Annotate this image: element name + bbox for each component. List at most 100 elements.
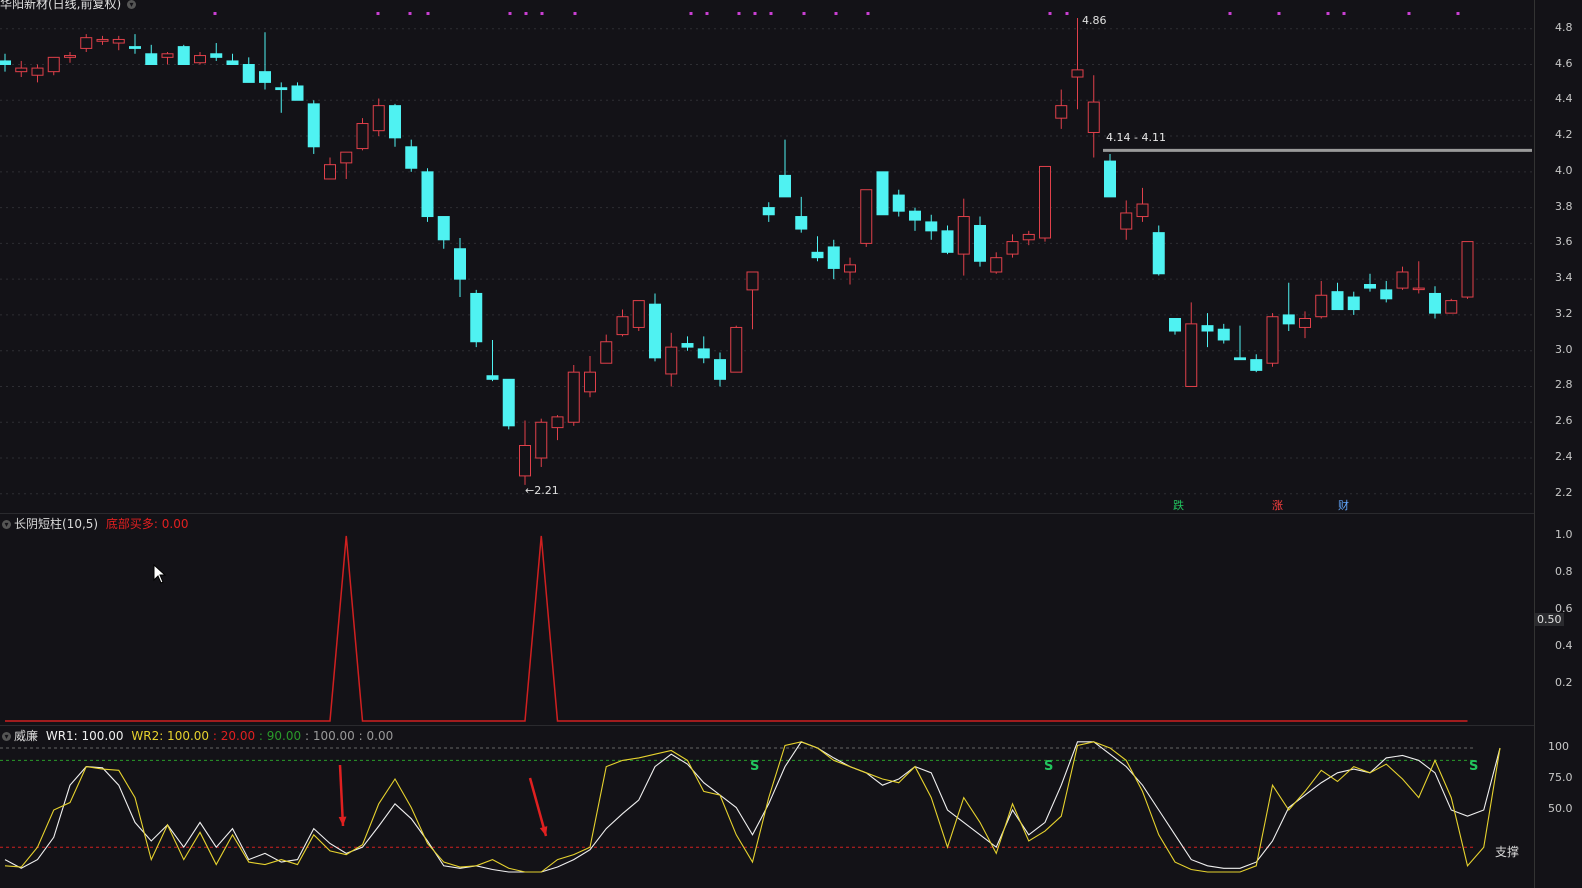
candle[interactable] <box>941 225 954 255</box>
candle[interactable] <box>567 365 580 426</box>
candle[interactable] <box>730 325 743 373</box>
candle[interactable] <box>681 336 694 351</box>
candle[interactable] <box>827 239 840 280</box>
candle[interactable] <box>1331 282 1344 311</box>
candle[interactable] <box>1039 165 1051 242</box>
candle[interactable] <box>811 236 824 262</box>
candle[interactable] <box>649 293 661 362</box>
s-signal: S <box>750 759 760 774</box>
candle[interactable] <box>1152 225 1165 276</box>
event-marker[interactable]: 财 <box>1338 497 1349 513</box>
candle[interactable] <box>405 139 418 172</box>
candle[interactable] <box>194 51 206 65</box>
candle[interactable] <box>502 378 515 430</box>
candle[interactable] <box>242 57 255 83</box>
candle[interactable] <box>0 53 11 72</box>
candle[interactable] <box>600 334 613 364</box>
candle[interactable] <box>1169 317 1181 335</box>
candle[interactable] <box>177 44 190 66</box>
event-marker[interactable]: 涨 <box>1272 497 1283 513</box>
candle[interactable] <box>454 238 466 298</box>
candle[interactable] <box>356 118 369 151</box>
candle[interactable] <box>762 202 775 222</box>
candle[interactable] <box>15 60 28 78</box>
candle[interactable] <box>1315 280 1328 319</box>
candle[interactable] <box>519 420 531 485</box>
candle[interactable] <box>909 207 921 231</box>
candle[interactable] <box>161 51 174 65</box>
toggle-icon[interactable]: ▾ <box>2 732 11 741</box>
candle[interactable] <box>226 53 239 66</box>
candle[interactable] <box>535 418 548 467</box>
candle[interactable] <box>259 32 271 90</box>
candle[interactable] <box>665 332 678 387</box>
candle[interactable] <box>31 64 44 83</box>
candle[interactable] <box>714 352 726 387</box>
candle[interactable] <box>1396 266 1409 290</box>
candle[interactable] <box>324 157 336 180</box>
candle[interactable] <box>1250 354 1263 373</box>
candle[interactable] <box>844 257 856 285</box>
event-marker[interactable]: 跌 <box>1173 497 1184 513</box>
candle[interactable] <box>1266 313 1279 367</box>
candle[interactable] <box>470 289 483 348</box>
candle[interactable] <box>632 300 645 332</box>
candle[interactable] <box>1120 200 1133 240</box>
candle[interactable] <box>1429 286 1441 319</box>
candle[interactable] <box>860 189 873 247</box>
candle[interactable] <box>80 34 93 52</box>
candle[interactable] <box>389 103 401 147</box>
candle[interactable] <box>291 82 304 101</box>
candle[interactable] <box>1104 153 1116 198</box>
candle[interactable] <box>551 415 564 441</box>
candle[interactable] <box>957 198 970 276</box>
candle[interactable] <box>421 168 434 222</box>
candle[interactable] <box>129 34 141 54</box>
candle[interactable] <box>746 271 759 330</box>
candle[interactable] <box>275 82 288 113</box>
level-b: : 90.00 <box>258 729 302 743</box>
candle[interactable] <box>697 336 710 364</box>
candle[interactable] <box>1380 280 1393 303</box>
candle[interactable] <box>1234 325 1246 361</box>
candle[interactable] <box>1006 234 1019 258</box>
candle[interactable] <box>96 35 109 45</box>
candle[interactable] <box>925 214 938 240</box>
candle[interactable] <box>112 35 125 51</box>
candle[interactable] <box>1201 313 1214 348</box>
candle[interactable] <box>340 151 353 179</box>
candle[interactable] <box>486 339 499 382</box>
candle[interactable] <box>974 216 986 267</box>
candle[interactable] <box>876 171 889 216</box>
candle[interactable] <box>1055 89 1068 129</box>
candle[interactable] <box>1461 241 1474 299</box>
candle[interactable] <box>210 43 223 61</box>
candle[interactable] <box>584 356 596 398</box>
toggle-icon[interactable]: ▾ <box>127 0 137 9</box>
candle[interactable] <box>1445 298 1458 314</box>
candle[interactable] <box>1347 291 1360 315</box>
candle[interactable] <box>145 44 158 66</box>
indicator1-value: 底部买多: 0.00 <box>105 517 189 531</box>
candle[interactable] <box>795 196 808 233</box>
candle[interactable] <box>47 56 60 76</box>
candle[interactable] <box>616 309 629 337</box>
indicator1-line[interactable] <box>5 535 1468 722</box>
candle[interactable] <box>1282 282 1295 332</box>
candlestick-series[interactable] <box>0 18 1474 485</box>
candle[interactable] <box>372 98 385 137</box>
candle[interactable] <box>1412 261 1425 294</box>
candle[interactable] <box>307 100 320 154</box>
candle[interactable] <box>1136 187 1149 222</box>
candle[interactable] <box>990 252 1003 274</box>
candle[interactable] <box>1071 18 1084 110</box>
candle[interactable] <box>1364 273 1376 292</box>
candle[interactable] <box>779 139 791 198</box>
indicator1-title: ▾ 长阴短柱(10,5) 底部买多: 0.00 <box>0 515 189 532</box>
candle[interactable] <box>64 51 76 63</box>
candle[interactable] <box>1087 75 1100 158</box>
candle[interactable] <box>892 189 905 217</box>
candle[interactable] <box>437 216 450 249</box>
toggle-icon[interactable]: ▾ <box>2 520 11 529</box>
candle[interactable] <box>1217 323 1230 344</box>
